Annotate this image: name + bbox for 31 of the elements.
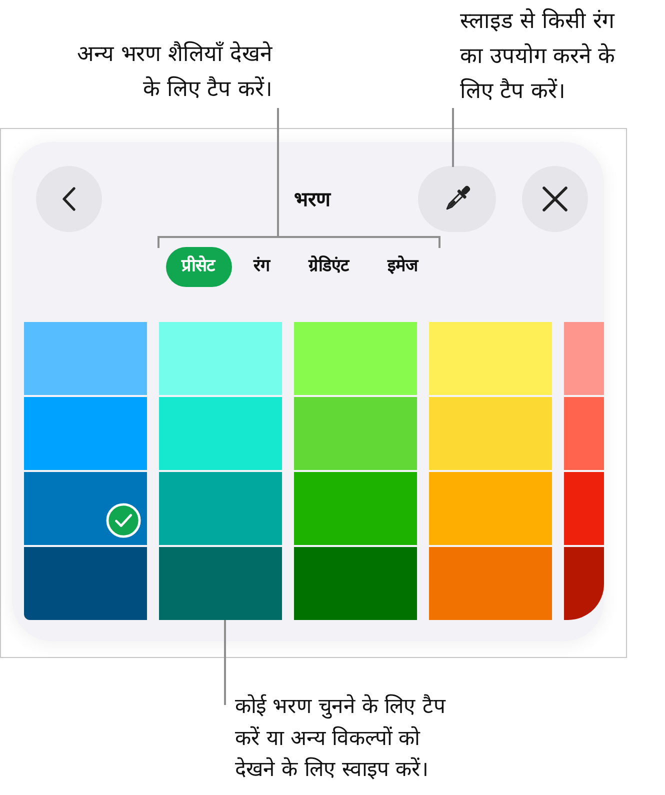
color-swatch[interactable] [294,322,417,395]
color-swatch[interactable] [564,322,604,395]
color-swatch[interactable] [294,472,417,545]
checkmark-icon [106,503,141,538]
color-swatch[interactable] [564,547,604,620]
color-swatch[interactable] [24,547,147,620]
callout-text: स्लाइड से किसी रंग का उपयोग करने के लिए टैप करें। [460,7,615,106]
color-swatch[interactable] [159,397,282,470]
callout-text: अन्य भरण शैलियाँ देखने के लिए टैप करें। [76,40,272,104]
fill-style-tab[interactable]: इमेज [372,247,434,287]
color-swatch[interactable] [429,472,552,545]
close-icon [542,186,568,212]
color-swatch[interactable] [24,397,147,470]
color-swatch[interactable] [24,322,147,395]
color-swatch[interactable] [429,397,552,470]
color-swatch[interactable] [294,397,417,470]
color-swatch[interactable] [564,397,604,470]
fill-style-tab[interactable]: रंग [238,247,286,287]
color-swatch[interactable] [159,322,282,395]
color-swatch[interactable] [159,472,282,545]
leader-line [452,108,454,167]
fill-style-tab[interactable]: ग्रेडिएंट [292,247,366,287]
callout-text: कोई भरण चुनने के लिए टैप करें या अन्य विकल्पों को देखने के लिए स्वाइप करें। [235,693,446,783]
color-swatch[interactable] [24,472,147,545]
color-swatch[interactable] [294,547,417,620]
color-swatch[interactable] [429,322,552,395]
color-swatch[interactable] [429,547,552,620]
chevron-left-icon [62,187,76,211]
color-swatch[interactable] [564,472,604,545]
panel-title: भरण [294,186,330,213]
color-swatch[interactable] [159,547,282,620]
